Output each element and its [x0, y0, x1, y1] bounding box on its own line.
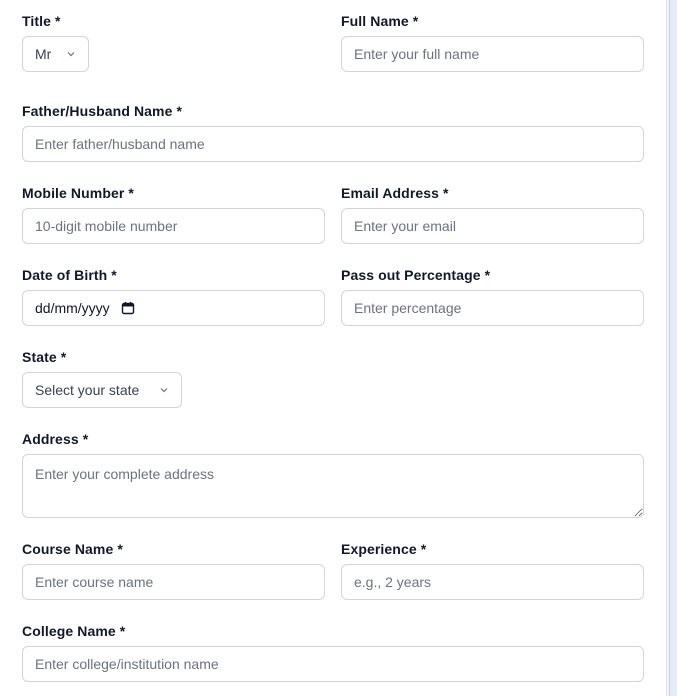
experience-field: Experience *: [341, 540, 644, 602]
mobile-field: Mobile Number *: [22, 184, 325, 246]
registration-form: Title * Mr Full Name * Father/Husband Na…: [0, 0, 666, 696]
course-input[interactable]: [22, 564, 325, 600]
dob-format: dd/mm/yyyy: [35, 300, 110, 316]
mobile-label: Mobile Number *: [22, 185, 134, 201]
title-select-value: Mr: [35, 46, 52, 62]
title-field: Title * Mr: [22, 12, 90, 74]
dob-field: Date of Birth * dd/mm/yyyy: [22, 266, 325, 328]
chevron-down-icon: [160, 388, 168, 393]
title-label: Title *: [22, 13, 61, 29]
title-select[interactable]: Mr: [22, 36, 89, 72]
father-name-label: Father/Husband Name *: [22, 103, 183, 119]
scrollbar-track[interactable]: [666, 0, 677, 696]
college-input[interactable]: [22, 646, 644, 682]
state-label: State *: [22, 349, 67, 365]
dob-label: Date of Birth *: [22, 267, 117, 283]
address-label: Address *: [22, 431, 89, 447]
percentage-input[interactable]: [341, 290, 644, 326]
percentage-label: Pass out Percentage *: [341, 267, 491, 283]
state-select[interactable]: Select your state: [22, 372, 182, 408]
chevron-down-icon: [67, 52, 75, 57]
state-select-value: Select your state: [35, 382, 140, 398]
dob-input[interactable]: dd/mm/yyyy: [22, 290, 325, 326]
calendar-icon[interactable]: [121, 301, 135, 315]
full-name-label: Full Name *: [341, 13, 419, 29]
father-name-field: Father/Husband Name *: [22, 102, 644, 164]
percentage-field: Pass out Percentage *: [341, 266, 644, 328]
mobile-input[interactable]: [22, 208, 325, 244]
address-textarea[interactable]: [22, 454, 644, 518]
email-label: Email Address *: [341, 185, 449, 201]
address-field: Address *: [22, 430, 644, 520]
email-input[interactable]: [341, 208, 644, 244]
college-label: College Name *: [22, 623, 126, 639]
course-label: Course Name *: [22, 541, 123, 557]
course-field: Course Name *: [22, 540, 325, 602]
experience-input[interactable]: [341, 564, 644, 600]
father-name-input[interactable]: [22, 126, 644, 162]
college-field: College Name *: [22, 622, 644, 684]
email-field: Email Address *: [341, 184, 644, 246]
scrollbar-thumb[interactable]: [669, 0, 677, 696]
experience-label: Experience *: [341, 541, 427, 557]
full-name-input[interactable]: [341, 36, 644, 72]
state-field: State * Select your state: [22, 348, 182, 410]
full-name-field: Full Name *: [341, 12, 644, 74]
